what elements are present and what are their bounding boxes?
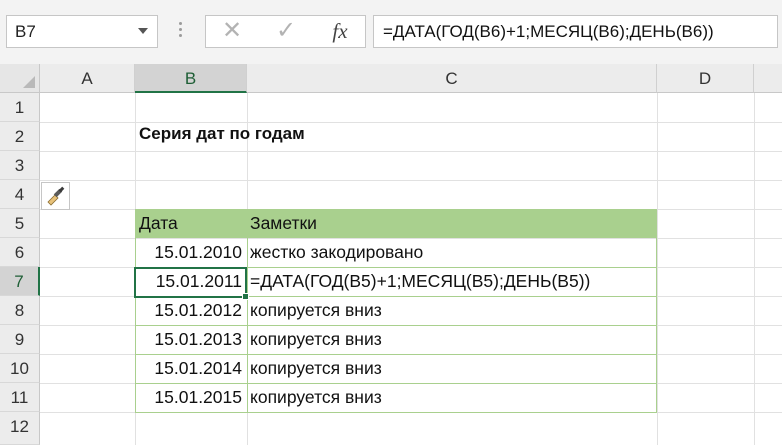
row-header-9[interactable]: 9 — [0, 325, 40, 354]
column-header-next[interactable] — [754, 64, 782, 93]
row-header-11[interactable]: 11 — [0, 383, 40, 412]
table-row-line — [135, 354, 657, 355]
table-cell-date[interactable]: 15.01.2015 — [136, 387, 246, 408]
table-cell-date[interactable]: 15.01.2010 — [136, 242, 246, 263]
table-cell-date[interactable]: 15.01.2014 — [136, 358, 246, 379]
gridline — [657, 93, 658, 445]
select-all-triangle — [23, 76, 35, 88]
row-header-5[interactable]: 5 — [0, 209, 40, 238]
more-icon[interactable] — [179, 22, 183, 42]
paintbrush-icon[interactable] — [41, 182, 70, 210]
row-header-7[interactable]: 7 — [0, 267, 40, 296]
enter-icon[interactable]: ✓ — [274, 19, 298, 43]
table-row-line — [135, 325, 657, 326]
row-header-3[interactable]: 3 — [0, 151, 40, 180]
table-cell-note[interactable]: =ДАТА(ГОД(B5)+1;МЕСЯЦ(B5);ДЕНЬ(B5)) — [247, 271, 590, 292]
chevron-down-icon[interactable] — [138, 28, 148, 34]
table-cell-note[interactable]: копируется вниз — [247, 387, 382, 408]
table-row-line — [135, 383, 657, 384]
gridline — [40, 180, 782, 181]
table-cell-date[interactable]: 15.01.2013 — [136, 329, 246, 350]
name-box[interactable]: B7 — [6, 15, 158, 48]
gridline — [40, 122, 782, 123]
column-header-c[interactable]: C — [247, 64, 657, 93]
formula-input[interactable]: =ДАТА(ГОД(B6)+1;МЕСЯЦ(B6);ДЕНЬ(B6)) — [373, 15, 778, 48]
row-header-8[interactable]: 8 — [0, 296, 40, 325]
row-header-1[interactable]: 1 — [0, 93, 40, 122]
table-cell-note[interactable]: жестко закодировано — [247, 242, 423, 263]
row-header-12[interactable]: 12 — [0, 412, 40, 445]
table-cell-note[interactable]: копируется вниз — [247, 300, 382, 321]
cancel-icon[interactable]: ✕ — [221, 19, 243, 43]
table-cell-note[interactable]: копируется вниз — [247, 358, 382, 379]
table-header-notes[interactable]: Заметки — [250, 213, 317, 234]
column-header-b[interactable]: B — [135, 64, 247, 93]
row-header-6[interactable]: 6 — [0, 238, 40, 267]
table-cell-note[interactable]: копируется вниз — [247, 329, 382, 350]
insert-function-icon[interactable]: fx — [326, 17, 354, 45]
table-cell-date[interactable]: 15.01.2012 — [136, 300, 246, 321]
column-header-a[interactable]: A — [40, 64, 135, 93]
active-cell-border — [134, 267, 247, 298]
gridline — [40, 151, 782, 152]
table-header-date[interactable]: Дата — [139, 213, 178, 234]
fill-handle[interactable] — [242, 293, 249, 300]
row-header-4[interactable]: 4 — [0, 180, 40, 209]
row-header-10[interactable]: 10 — [0, 354, 40, 383]
column-header-d[interactable]: D — [657, 64, 754, 93]
sheet-title[interactable]: Серия дат по годам — [139, 124, 305, 144]
gridline — [754, 93, 755, 445]
row-header-2[interactable]: 2 — [0, 122, 40, 151]
